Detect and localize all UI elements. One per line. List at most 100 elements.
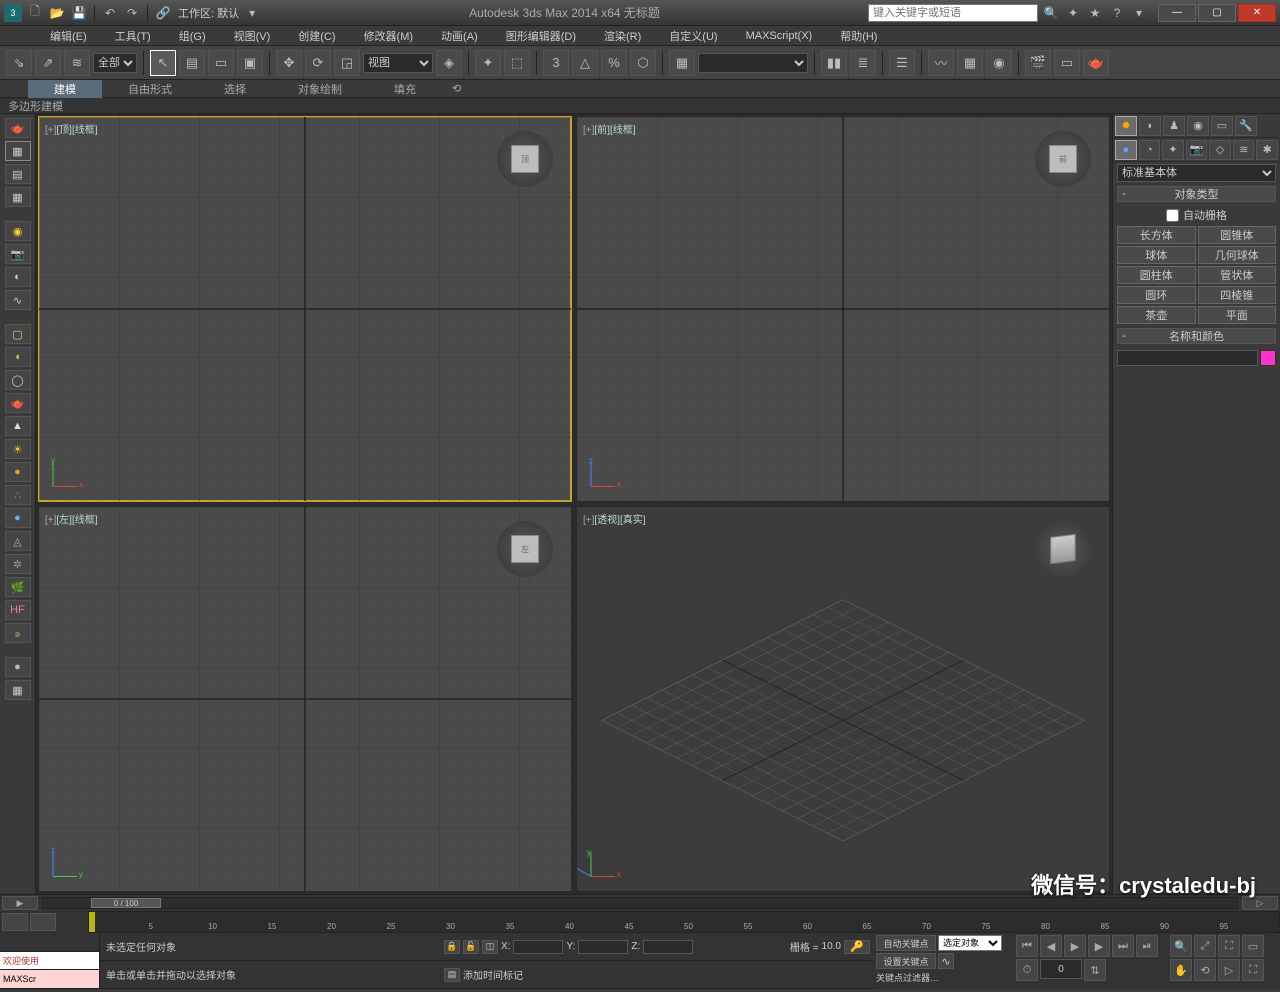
keyboard-shortcut-icon[interactable]: ⬚: [504, 50, 530, 76]
rollout-name-color[interactable]: -名称和颜色: [1117, 328, 1276, 344]
close-button[interactable]: ✕: [1238, 4, 1276, 22]
sphere-prim-icon[interactable]: ◖: [5, 347, 31, 367]
named-sel-select[interactable]: [698, 53, 808, 73]
menu-modifiers[interactable]: 修改器(M): [350, 26, 428, 46]
rotate-icon[interactable]: ⟳: [305, 50, 331, 76]
cylinder-button[interactable]: 圆柱体: [1117, 266, 1196, 284]
helper-icon[interactable]: ◐: [5, 267, 31, 287]
particle-icon[interactable]: ∴: [5, 485, 31, 505]
layers-icon[interactable]: ☰: [889, 50, 915, 76]
key-lock-icon[interactable]: 🔑: [844, 940, 870, 954]
rollout-object-type[interactable]: -对象类型: [1117, 186, 1276, 202]
swirl-icon[interactable]: ๑: [5, 623, 31, 643]
play-icon[interactable]: ▶: [1064, 935, 1086, 957]
cone-prim-icon[interactable]: ▲: [5, 416, 31, 436]
sphere-gray-icon[interactable]: ●: [5, 657, 31, 677]
pivot-icon[interactable]: ◈: [436, 50, 462, 76]
box-button[interactable]: 长方体: [1117, 226, 1196, 244]
autogrid-checkbox[interactable]: [1166, 209, 1179, 222]
object-name-input[interactable]: [1117, 350, 1258, 366]
color-swatch[interactable]: [1260, 350, 1276, 366]
percent-snap-icon[interactable]: %: [601, 50, 627, 76]
ref-coord-select[interactable]: 视图: [363, 53, 433, 73]
plane-button[interactable]: 平面: [1198, 306, 1277, 324]
align-icon[interactable]: ≣: [850, 50, 876, 76]
tab-modeling[interactable]: 建模: [28, 80, 102, 98]
zoom-all-icon[interactable]: ⤢: [1194, 935, 1216, 957]
minimize-button[interactable]: —: [1158, 4, 1196, 22]
menu-animation[interactable]: 动画(A): [427, 26, 492, 46]
cameras-cat-icon[interactable]: 📷: [1186, 140, 1208, 160]
tab-objectpaint[interactable]: 对象绘制: [272, 80, 368, 98]
timeslider-thumb[interactable]: 0 / 100: [91, 898, 161, 908]
geo-icon[interactable]: ●: [5, 508, 31, 528]
named-sel-icon[interactable]: ▦: [669, 50, 695, 76]
save-icon[interactable]: 💾: [70, 4, 88, 22]
geometry-cat-icon[interactable]: ●: [1115, 140, 1137, 160]
zoom-icon[interactable]: 🔍: [1170, 935, 1192, 957]
new-icon[interactable]: 🗋: [26, 4, 44, 22]
frame-spinner-icon[interactable]: ⇅: [1084, 959, 1106, 981]
scale-icon[interactable]: ◲: [334, 50, 360, 76]
menu-tools[interactable]: 工具(T): [101, 26, 165, 46]
gold-prim-icon[interactable]: ●: [5, 462, 31, 482]
cone-button[interactable]: 圆锥体: [1198, 226, 1277, 244]
orbit-icon[interactable]: ⟲: [1194, 959, 1216, 981]
render-frame-icon[interactable]: ▭: [1054, 50, 1080, 76]
viewcube-persp[interactable]: [1035, 521, 1091, 577]
tab-populate[interactable]: 填充: [368, 80, 442, 98]
tube-icon[interactable]: ◬: [5, 531, 31, 551]
selsel-select[interactable]: 选定对象: [938, 935, 1002, 951]
geosphere-button[interactable]: 几何球体: [1198, 246, 1277, 264]
timeline-ruler[interactable]: 0510152025303540455055606570758085909510…: [88, 911, 1280, 933]
curve-editor-icon[interactable]: 〰: [928, 50, 954, 76]
menu-maxscript[interactable]: MAXScript(X): [732, 26, 827, 46]
x-input[interactable]: [513, 940, 563, 954]
material-editor-icon[interactable]: ◉: [986, 50, 1012, 76]
motion-tab-icon[interactable]: ◉: [1187, 116, 1209, 136]
teapot-icon[interactable]: 🫖: [5, 118, 31, 138]
shapes-cat-icon[interactable]: ◔: [1139, 140, 1161, 160]
viewcube-front[interactable]: 前: [1035, 131, 1091, 187]
fov-icon[interactable]: ▷: [1218, 959, 1240, 981]
tab-toggle-icon[interactable]: ⟲: [442, 80, 471, 98]
y-input[interactable]: [578, 940, 628, 954]
camera-icon[interactable]: 📷: [5, 244, 31, 264]
timeslider-play-icon[interactable]: ▶: [2, 896, 38, 910]
menu-render[interactable]: 渲染(R): [590, 26, 655, 46]
listener-top[interactable]: [0, 933, 99, 952]
cube-preset-icon[interactable]: ▦: [5, 141, 31, 161]
keyfilter-button[interactable]: 关键点过滤器…: [876, 971, 939, 987]
mini-curve-icon[interactable]: [2, 913, 28, 931]
goto-end-icon[interactable]: ⏭: [1112, 935, 1134, 957]
maximize-vp-icon[interactable]: ⛶: [1242, 959, 1264, 981]
tube-button[interactable]: 管状体: [1198, 266, 1277, 284]
torus-button[interactable]: 圆环: [1117, 286, 1196, 304]
sel-lock2-icon[interactable]: 🔓: [463, 940, 479, 954]
menu-views[interactable]: 视图(V): [220, 26, 285, 46]
menu-group[interactable]: 组(G): [165, 26, 220, 46]
abs-rel-icon[interactable]: ◫: [482, 940, 498, 954]
maxscript-label[interactable]: MAXScr: [0, 970, 99, 989]
angle-snap-icon[interactable]: △: [572, 50, 598, 76]
menu-create[interactable]: 创建(C): [284, 26, 349, 46]
plant-icon[interactable]: 🌿: [5, 577, 31, 597]
window-crossing-icon[interactable]: ▣: [237, 50, 263, 76]
search-input[interactable]: [868, 4, 1038, 22]
selection-filter-select[interactable]: 全部: [93, 53, 137, 73]
menu-edit[interactable]: 编辑(E): [36, 26, 101, 46]
unlink-icon[interactable]: ⇗: [35, 50, 61, 76]
viewcube-top[interactable]: 顶: [497, 131, 553, 187]
frame-input[interactable]: [1040, 959, 1082, 979]
display-tab-icon[interactable]: ▭: [1211, 116, 1233, 136]
zoom-region-icon[interactable]: ▭: [1242, 935, 1264, 957]
workspace-label[interactable]: 工作区: 默认: [178, 5, 239, 21]
fav-icon[interactable]: ★: [1086, 4, 1104, 22]
primitive-type-select[interactable]: 标准基本体: [1117, 164, 1276, 182]
viewport-front[interactable]: [+][前][线框] 前 xz: [576, 116, 1110, 502]
light-icon[interactable]: ◉: [5, 221, 31, 241]
menu-help[interactable]: 帮助(H): [826, 26, 891, 46]
viewport-top[interactable]: [+][顶][线框] 顶 xy: [38, 116, 572, 502]
open-icon[interactable]: 📂: [48, 4, 66, 22]
spacewarps-cat-icon[interactable]: ≋: [1233, 140, 1255, 160]
